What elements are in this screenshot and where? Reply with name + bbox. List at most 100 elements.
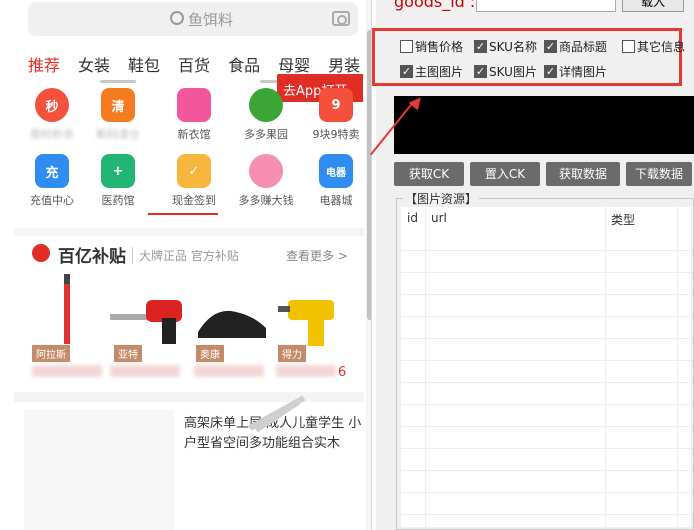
- checkbox-checked[interactable]: ✓: [474, 65, 487, 78]
- table-row[interactable]: [401, 361, 691, 383]
- brand-tag: 亚特: [114, 345, 142, 362]
- grid-label: 充值中心: [30, 194, 74, 207]
- grid-label: 9块9特卖: [312, 128, 360, 141]
- checkbox-checked[interactable]: ✓: [400, 65, 413, 78]
- option-main-images[interactable]: ✓ 主图图片: [400, 63, 463, 80]
- table-row[interactable]: [401, 229, 691, 251]
- grid-item-electronics[interactable]: 电器 电器城: [304, 154, 368, 208]
- search-icon: [170, 11, 184, 25]
- grid-item-flash-sale[interactable]: 秒 限时秒杀: [20, 88, 84, 142]
- tab-recommend[interactable]: 推荐: [28, 52, 60, 76]
- tab-food[interactable]: 食品: [228, 52, 260, 76]
- table-row[interactable]: [401, 493, 691, 515]
- option-sku-images[interactable]: ✓ SKU图片: [474, 63, 537, 80]
- option-label: 其它信息: [637, 40, 686, 54]
- goods-id-label: goods_id :: [394, 0, 476, 11]
- image-resource-group: 【图片资源】 id url 类型: [396, 190, 694, 530]
- grid-item-orchard[interactable]: 多多果园: [234, 88, 298, 142]
- search-input[interactable]: 鱼饵料: [188, 9, 233, 30]
- table-row[interactable]: [401, 251, 691, 273]
- get-ck-button[interactable]: 获取CK: [394, 162, 464, 186]
- table-row[interactable]: [401, 273, 691, 295]
- option-label: 详情图片: [559, 65, 608, 79]
- section-divider: [14, 228, 364, 236]
- column-header-type[interactable]: 类型: [611, 211, 635, 228]
- tshirt-icon: [177, 88, 211, 122]
- column-header-url[interactable]: url: [431, 211, 447, 225]
- piggy-bank-icon: [249, 154, 283, 188]
- download-data-button[interactable]: 下载数据: [626, 162, 692, 186]
- option-title[interactable]: ✓ 商品标题: [544, 38, 607, 55]
- tab-men[interactable]: 男装: [328, 52, 360, 76]
- checkbox-unchecked[interactable]: [400, 40, 413, 53]
- tab-general[interactable]: 百货: [178, 52, 210, 76]
- price-redacted: [32, 365, 102, 377]
- set-ck-button[interactable]: 置入CK: [470, 162, 540, 186]
- table-row[interactable]: [401, 405, 691, 427]
- tab-bags[interactable]: 鞋包: [128, 52, 160, 76]
- grid-label: 多多果园: [244, 128, 288, 141]
- scraper-tool-panel: goods_id : 载入 销售价格 ✓ SKU名称 ✓ 商品标题 其它信息 ✓ 主图…: [372, 0, 694, 530]
- table-row[interactable]: [401, 449, 691, 471]
- grid-item-earn[interactable]: 多多赚大钱: [234, 154, 298, 208]
- image-resource-table[interactable]: id url 类型: [401, 207, 691, 527]
- grid-label: 新衣馆: [177, 128, 211, 141]
- table-row[interactable]: [401, 295, 691, 317]
- option-sku-name[interactable]: ✓ SKU名称: [474, 38, 537, 55]
- calendar-check-icon: ✓: [177, 154, 211, 188]
- tab-scroll-indicator: [100, 80, 136, 83]
- goods-id-input[interactable]: [476, 0, 616, 12]
- table-row[interactable]: [401, 471, 691, 493]
- grid-item-recharge[interactable]: 充 充值中心: [20, 154, 84, 208]
- grid-item-new-clothes[interactable]: 新衣馆: [162, 88, 226, 142]
- mobile-preview-panel: 鱼饵料 推荐 女装 鞋包 百货 食品 母婴 男装 去App打开 > 秒 限时秒杀 清 断码清…: [0, 0, 372, 530]
- grid-label: 限时秒杀: [30, 128, 74, 141]
- price-tag-icon: 9: [319, 88, 353, 122]
- see-more-link[interactable]: 查看更多 >: [286, 247, 348, 264]
- load-button[interactable]: 载入: [622, 0, 684, 12]
- subsidy-subtitle: 大牌正品 官方补贴: [132, 247, 239, 264]
- checkbox-checked[interactable]: ✓: [474, 40, 487, 53]
- medical-kit-icon: +: [101, 154, 135, 188]
- grid-page-indicator: [148, 213, 218, 215]
- option-sale-price[interactable]: 销售价格: [400, 38, 463, 55]
- option-label: 销售价格: [415, 40, 464, 54]
- output-log-area: [394, 96, 694, 154]
- table-row[interactable]: [401, 383, 691, 405]
- table-row[interactable]: [401, 339, 691, 361]
- redaction-scribble: [248, 395, 306, 432]
- option-label: 商品标题: [559, 40, 608, 54]
- subsidy-icon: [32, 244, 50, 262]
- price-fragment: 6: [338, 365, 347, 380]
- option-other-info[interactable]: 其它信息: [622, 38, 685, 55]
- table-row[interactable]: [401, 317, 691, 339]
- camera-icon[interactable]: [332, 11, 350, 26]
- grid-item-9yuan[interactable]: 9 9块9特卖: [304, 88, 368, 142]
- option-label: 主图图片: [415, 65, 464, 79]
- grid-item-clearance[interactable]: 清 断码清仓: [86, 88, 150, 142]
- table-row[interactable]: [401, 427, 691, 449]
- search-bar[interactable]: 鱼饵料: [28, 2, 358, 36]
- subsidy-title: 百亿补贴: [58, 247, 126, 267]
- phone-recharge-icon: 充: [35, 154, 69, 188]
- tab-women[interactable]: 女装: [78, 52, 110, 76]
- grid-label: 多多赚大钱: [238, 194, 294, 207]
- price-redacted: [110, 365, 180, 377]
- alarm-clock-icon: 秒: [35, 88, 69, 122]
- grid-label: 电器城: [319, 194, 353, 207]
- checkbox-checked[interactable]: ✓: [544, 65, 557, 78]
- option-label: SKU图片: [489, 65, 537, 79]
- tab-baby[interactable]: 母婴: [278, 52, 310, 76]
- checkbox-checked[interactable]: ✓: [544, 40, 557, 53]
- brand-tag: 阿拉斯: [32, 345, 70, 362]
- grid-label: 现金签到: [172, 194, 216, 207]
- grid-label: 医药馆: [101, 194, 135, 207]
- column-header-id[interactable]: id: [407, 211, 418, 225]
- option-detail-images[interactable]: ✓ 详情图片: [544, 63, 607, 80]
- checkbox-unchecked[interactable]: [622, 40, 635, 53]
- product-thumbnail[interactable]: [24, 410, 174, 530]
- fetch-data-button[interactable]: 获取数据: [546, 162, 620, 186]
- brand-tag: 得力: [278, 345, 306, 362]
- grid-item-checkin[interactable]: ✓ 现金签到: [162, 154, 226, 208]
- grid-item-pharmacy[interactable]: + 医药馆: [86, 154, 150, 208]
